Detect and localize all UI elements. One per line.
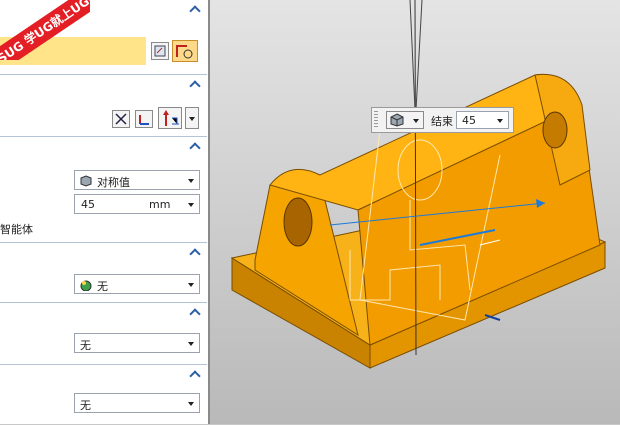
end-type-dropdown[interactable]	[386, 111, 424, 129]
dropdown-icon	[497, 119, 503, 123]
axis-icon	[163, 110, 179, 126]
vector-dialog-button[interactable]	[135, 110, 153, 128]
boolean-none-icon	[80, 280, 92, 291]
specify-vector-button[interactable]	[158, 107, 182, 129]
watermark-logo: 9SUG 学UG就上UG网	[0, 0, 90, 60]
section-draft: 无	[0, 302, 207, 365]
chevron-up-icon[interactable]	[189, 4, 203, 17]
select-curve-icon	[176, 45, 193, 59]
chevron-up-icon[interactable]	[189, 247, 203, 260]
graphics-viewport[interactable]	[210, 0, 620, 424]
select-curve-button[interactable]	[172, 40, 198, 62]
sketch-section-button[interactable]	[151, 42, 169, 60]
offset-select[interactable]: 无	[74, 393, 200, 413]
boolean-value: 无	[97, 280, 108, 293]
offset-value: 无	[80, 399, 91, 412]
end-value: 45	[462, 114, 476, 127]
end-value-input[interactable]: 45	[456, 111, 509, 129]
distance-unit: mm	[149, 198, 171, 211]
rear-hole	[542, 111, 568, 149]
cube-icon	[390, 113, 404, 127]
dropdown-icon	[413, 119, 419, 123]
reverse-direction-icon	[115, 113, 127, 125]
vector-dropdown[interactable]	[185, 107, 199, 129]
chevron-up-icon[interactable]	[189, 79, 203, 92]
section-offset: 无	[0, 364, 207, 425]
boolean-select[interactable]: 无	[74, 274, 200, 294]
extrude-dialog: 对称值 45 mm 智能体 无 无 无	[0, 0, 210, 424]
toolbar-grip[interactable]	[374, 111, 378, 129]
vector-icon	[139, 115, 149, 125]
watermark-band: 9SUG 学UG就上UG网	[0, 0, 90, 60]
front-hole	[283, 197, 313, 247]
dropdown-icon	[188, 179, 194, 183]
chevron-up-icon[interactable]	[189, 307, 203, 320]
dropdown-icon	[189, 117, 195, 121]
section-direction	[0, 74, 207, 137]
distance-value: 45	[81, 198, 95, 211]
part-model	[230, 0, 607, 369]
draft-value: 无	[80, 339, 91, 352]
cube-icon	[80, 175, 92, 187]
dropdown-icon	[188, 203, 194, 207]
smart-body-label: 智能体	[0, 223, 33, 236]
limit-type-select[interactable]: 对称值	[74, 170, 200, 190]
reverse-direction-button[interactable]	[112, 110, 130, 128]
dropdown-icon	[188, 342, 194, 346]
section-limits: 对称值 45 mm 智能体	[0, 136, 207, 243]
chevron-up-icon[interactable]	[189, 369, 203, 382]
section-boolean: 无	[0, 242, 207, 303]
limit-type-value: 对称值	[97, 176, 130, 189]
dropdown-icon	[188, 402, 194, 406]
chevron-up-icon[interactable]	[189, 141, 203, 154]
draft-select[interactable]: 无	[74, 333, 200, 353]
dropdown-icon	[188, 283, 194, 287]
floating-end-toolbar: 结束 45	[371, 107, 514, 133]
end-label: 结束	[431, 115, 453, 128]
distance-input[interactable]: 45 mm	[74, 194, 200, 214]
sketch-icon	[154, 45, 166, 57]
